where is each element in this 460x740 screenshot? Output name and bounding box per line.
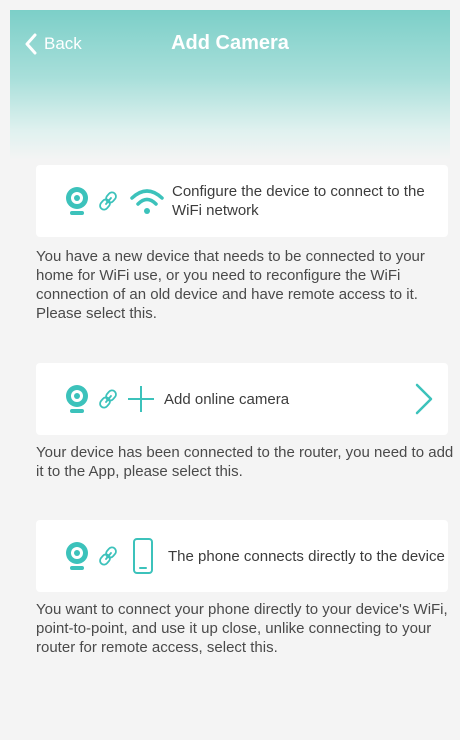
- plus-icon: [126, 384, 156, 414]
- navigation-bar: Back Add Camera: [10, 10, 450, 76]
- option-add-online-camera[interactable]: Add online camera: [36, 363, 448, 435]
- wifi-icon: [130, 186, 164, 216]
- app-screen: Back Add Camera Configure the device to …: [10, 10, 453, 730]
- link-icon: [98, 388, 118, 410]
- camera-icon: [64, 186, 90, 216]
- option-configure-wifi[interactable]: Configure the device to connect to the W…: [36, 165, 448, 237]
- option-label: Add online camera: [164, 390, 290, 408]
- phone-icon: [132, 537, 154, 575]
- link-icon: [98, 545, 118, 567]
- link-icon: [98, 190, 118, 212]
- page-title: Add Camera: [171, 32, 289, 54]
- chevron-right-icon: [414, 383, 434, 415]
- option-description: You want to connect your phone directly …: [36, 601, 448, 656]
- camera-icon: [64, 541, 90, 571]
- camera-icon: [64, 384, 90, 414]
- option-label: Configure the device to connect to the W…: [172, 183, 425, 219]
- option-description: Your device has been connected to the ro…: [36, 444, 454, 480]
- option-icons: [64, 186, 164, 216]
- option-description: You have a new device that needs to be c…: [36, 248, 425, 322]
- option-label: The phone connects directly to the devic…: [168, 547, 445, 565]
- option-icons: [64, 537, 154, 575]
- option-phone-direct[interactable]: The phone connects directly to the devic…: [36, 520, 448, 592]
- option-icons: [64, 384, 156, 414]
